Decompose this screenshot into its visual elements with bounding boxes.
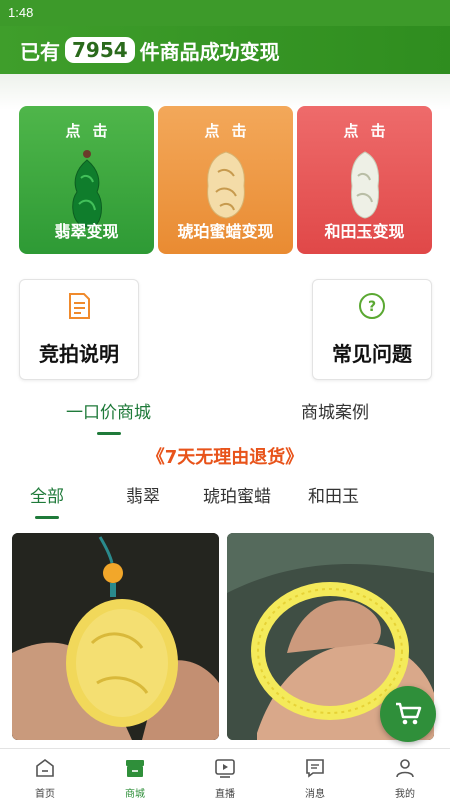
svg-text:?: ?	[368, 299, 376, 315]
return-policy-banner: 《7天无理由退货》	[146, 447, 304, 468]
nav-label: 商城	[125, 789, 145, 800]
hetian-pendant-image	[350, 151, 379, 219]
hetian-jade-sell-card[interactable]: 点击 和田玉变现	[297, 106, 432, 254]
tab-label: 一口价商城	[66, 403, 151, 423]
status-time: 1:48	[8, 5, 34, 20]
category-tab-all[interactable]: 全部	[30, 482, 64, 519]
cart-icon	[396, 702, 422, 725]
jade-sell-card[interactable]: 点击 翡翠变现	[19, 106, 154, 254]
cart-button[interactable]	[380, 686, 436, 742]
header-fade	[0, 74, 450, 110]
nav-label: 我的	[395, 789, 415, 800]
hero-prefix: 已有	[20, 39, 60, 64]
home-icon	[36, 759, 54, 777]
message-icon	[306, 759, 324, 778]
jade-sell-label: 翡翠变现	[54, 222, 119, 241]
product-card-amber-pendant[interactable]	[12, 533, 219, 740]
nav-messages[interactable]: 消息	[270, 749, 360, 800]
nav-label: 直播	[215, 789, 235, 800]
category-tab-label: 琥珀蜜蜡	[203, 487, 271, 507]
profile-icon	[396, 759, 414, 778]
bottom-nav: 首页 商城 直播 消息 我的	[0, 748, 450, 800]
live-icon	[215, 759, 235, 778]
document-icon	[69, 293, 90, 319]
tap-hint: 点击	[65, 122, 120, 140]
amber-pendant-image	[206, 151, 245, 219]
tab-label: 商城案例	[301, 403, 369, 423]
question-icon: ?	[359, 293, 385, 319]
category-tab-label: 和田玉	[308, 487, 359, 507]
amber-sell-card[interactable]: 点击 琥珀蜜蜡变现	[158, 106, 293, 254]
category-tab-label: 全部	[30, 487, 64, 507]
faq-label: 常见问题	[332, 342, 412, 366]
nav-home[interactable]: 首页	[0, 749, 90, 800]
hero-count-badge: 7954	[65, 37, 135, 63]
category-tab-label: 翡翠	[126, 487, 160, 507]
hero-banner: 已有 7954 件商品成功变现	[0, 26, 450, 74]
tab-active-indicator	[35, 516, 59, 519]
amber-pendant-photo	[12, 533, 219, 740]
auction-rules-card[interactable]: 竞拍说明	[19, 279, 139, 380]
category-tab-jade[interactable]: 翡翠	[126, 482, 160, 507]
tap-hint: 点击	[204, 122, 259, 140]
tab-mall-cases[interactable]: 商城案例	[301, 398, 369, 423]
nav-label: 首页	[35, 789, 55, 800]
auction-rules-label: 竞拍说明	[39, 342, 119, 366]
nav-label: 消息	[305, 789, 325, 800]
nav-profile[interactable]: 我的	[360, 749, 450, 800]
shop-icon	[126, 760, 144, 777]
hetian-sell-label: 和田玉变现	[324, 222, 405, 241]
tap-hint: 点击	[343, 122, 398, 140]
nav-live[interactable]: 直播	[180, 749, 270, 800]
tab-active-indicator	[96, 432, 121, 435]
nav-shop[interactable]: 商城	[90, 749, 180, 800]
hero-suffix: 件商品成功变现	[139, 39, 280, 64]
amber-sell-label: 琥珀蜜蜡变现	[177, 222, 274, 241]
faq-card[interactable]: ? 常见问题	[312, 279, 432, 380]
status-bar: 1:48	[0, 0, 450, 26]
category-tab-amber[interactable]: 琥珀蜜蜡	[203, 482, 271, 507]
tab-fixed-price-mall[interactable]: 一口价商城	[66, 398, 151, 435]
category-tab-hetian[interactable]: 和田玉	[308, 482, 359, 507]
